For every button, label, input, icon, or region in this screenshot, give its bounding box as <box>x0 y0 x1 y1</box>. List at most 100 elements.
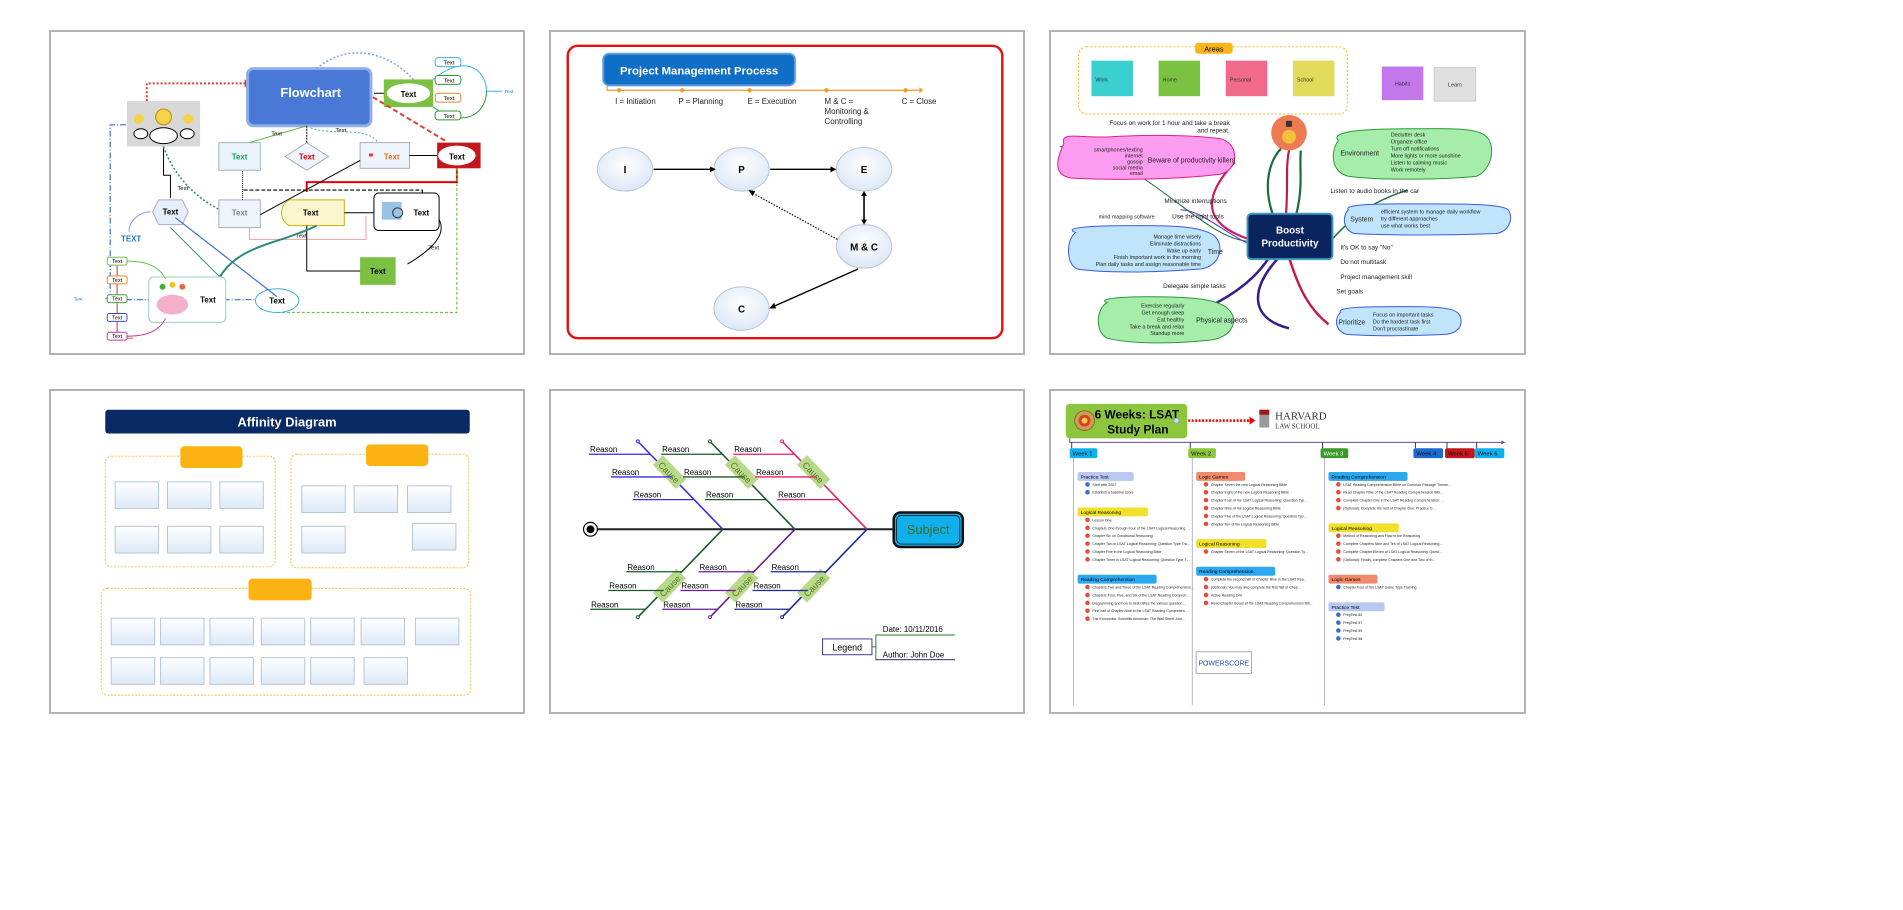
arrowhead <box>861 191 868 196</box>
subject-label: Subject <box>907 522 950 537</box>
edge-label: Text <box>271 132 282 138</box>
priority-icon <box>1085 584 1090 590</box>
branch-multitask: Do not multitask <box>1340 259 1387 266</box>
task-item: Chapter Six on Conditional Reasoning <box>1092 534 1152 538</box>
reason-label: Reason <box>734 445 761 454</box>
task-group-label: Logic Games <box>1331 577 1361 583</box>
legend-date: Date: 10/11/2016 <box>883 625 944 634</box>
bone-end <box>635 439 640 444</box>
sticky-card <box>414 617 460 646</box>
priority-icon <box>1203 600 1209 606</box>
legend-dot <box>747 88 752 93</box>
diagram-title: Project Management Process <box>620 65 778 77</box>
legend-monitoring-line3: Controlling <box>825 117 863 126</box>
node-label: Text <box>370 267 386 276</box>
priority-icon <box>1085 517 1090 523</box>
bone-end <box>707 439 712 444</box>
template-card-lsat-study-plan[interactable]: 6 Weeks: LSAT Study Plan HARVARD LAW SCH… <box>1049 389 1526 714</box>
red-connector <box>305 168 458 193</box>
task-item: PrepTest 57 <box>1343 621 1362 625</box>
bone-end <box>780 439 785 444</box>
fishbone-preview: Subject CauseReasonReasonReasonCauseReas… <box>582 439 965 661</box>
branch-tools: Use the right tools <box>1172 214 1224 221</box>
side-label-list: Text Text Text Text Text <box>432 57 514 121</box>
legend-dot <box>680 88 685 93</box>
task-item: Chapter Two in LSAT Logical Reasoning: Q… <box>1092 542 1190 546</box>
branch-system: System <box>1350 217 1373 224</box>
sticky-card <box>310 657 355 685</box>
task-item: Diagramming and how to best utilize the … <box>1092 601 1186 605</box>
priority-icon <box>1336 482 1341 487</box>
connector <box>306 225 361 272</box>
side-label: Text <box>112 259 122 265</box>
legend-dot <box>903 88 908 93</box>
shield-top <box>1259 409 1270 415</box>
branch-project-mgmt: Project management skill <box>1340 274 1412 281</box>
branch-killers: Beware of productivity killers <box>1148 157 1236 164</box>
task-item: Lesson One <box>1092 518 1111 522</box>
powerscore-label: POWERSCORE <box>1198 661 1249 668</box>
node-label: E <box>861 165 868 176</box>
reason-label: Reason <box>778 491 805 500</box>
priority-icon <box>1085 557 1090 562</box>
sticky-card <box>114 481 160 510</box>
prioritize-item: Focus on important tasks <box>1373 312 1434 318</box>
task-item: LSAT Reading Comprehension Bible on Comm… <box>1343 483 1452 487</box>
task-item: (Optional): Finally, complete Chapters O… <box>1343 558 1436 562</box>
template-card-boost-productivity[interactable]: Areas Work Home Personal School Habits L… <box>1049 30 1526 355</box>
note-label: Habits <box>1395 81 1411 87</box>
physical-item: Exercise regularly <box>1141 304 1184 310</box>
branch-audiobooks: Listen to audio books in the car <box>1330 188 1420 195</box>
priority-icon <box>1085 616 1090 621</box>
bulb-icon-small <box>133 113 144 124</box>
week-label: Week 5 <box>1448 452 1469 458</box>
priority-icon <box>1203 584 1209 590</box>
cause-label-group: Cause <box>797 455 831 489</box>
cloud-icon-small <box>133 128 149 140</box>
sticky-card <box>209 617 254 646</box>
branch-label: Text <box>444 96 455 102</box>
reason-label: Reason <box>684 468 711 477</box>
branch-environment: Environment <box>1340 150 1379 157</box>
template-card-fishbone[interactable]: Subject Cause Reason Reason Reason Cause Reas… <box>549 389 1025 714</box>
time-item: Finish important work in the morning <box>1114 255 1201 261</box>
cause-label-group: Cause <box>652 455 687 489</box>
template-card-project-management[interactable]: Project Management Process I = Initiatio… <box>549 30 1025 355</box>
connector <box>126 260 166 280</box>
bulb-icon-small-right <box>183 113 194 124</box>
task-group-label: Logical Reasoning <box>1081 510 1122 516</box>
fish-tail-dot <box>586 525 595 534</box>
task-group-label: Reading Comprehension <box>1331 474 1386 480</box>
template-card-flowchart[interactable]: Flowchart Text Text Text Text Text Text … <box>49 30 525 355</box>
node-label: Text <box>401 90 417 99</box>
branch-label: Text <box>444 114 455 120</box>
template-card-affinity-diagram[interactable]: Affinity Diagram <box>49 389 525 714</box>
note-label: Home <box>1163 77 1177 83</box>
sticky-card <box>310 617 355 646</box>
side-label: Text <box>112 278 122 284</box>
arrowhead <box>1501 440 1506 445</box>
sticky-card <box>160 617 205 646</box>
sticky-card <box>209 657 254 685</box>
priority-icon <box>1203 513 1209 519</box>
legend-monitoring-line2: Monitoring & <box>825 107 870 116</box>
arrowhead <box>748 190 756 196</box>
diagram-title: Affinity Diagram <box>237 415 336 430</box>
task-item: Chapter Eight of the new Logical Reasoni… <box>1211 491 1289 495</box>
title-line2: Study Plan <box>1107 422 1168 436</box>
lsat-preview: 6 Weeks: LSAT Study Plan HARVARD LAW SCH… <box>1065 403 1506 706</box>
brain-icon <box>156 294 189 315</box>
legend-dot <box>824 88 829 93</box>
reason-label: Reason <box>627 563 654 572</box>
bone-end <box>707 615 712 620</box>
group-3-header <box>248 578 312 601</box>
bulb-icon <box>1282 129 1296 144</box>
priority-icon <box>1203 592 1209 598</box>
note-label: Personal <box>1230 77 1251 83</box>
central-topic-line1: Boost <box>1276 225 1305 236</box>
boost-productivity-preview: Areas Work Home Personal School Habits L… <box>1057 42 1512 344</box>
priority-icon <box>1085 525 1090 531</box>
reason-label: Reason <box>756 468 783 477</box>
arrowhead <box>1249 416 1256 425</box>
branch-focus-line2: and repeat. <box>1197 128 1230 135</box>
